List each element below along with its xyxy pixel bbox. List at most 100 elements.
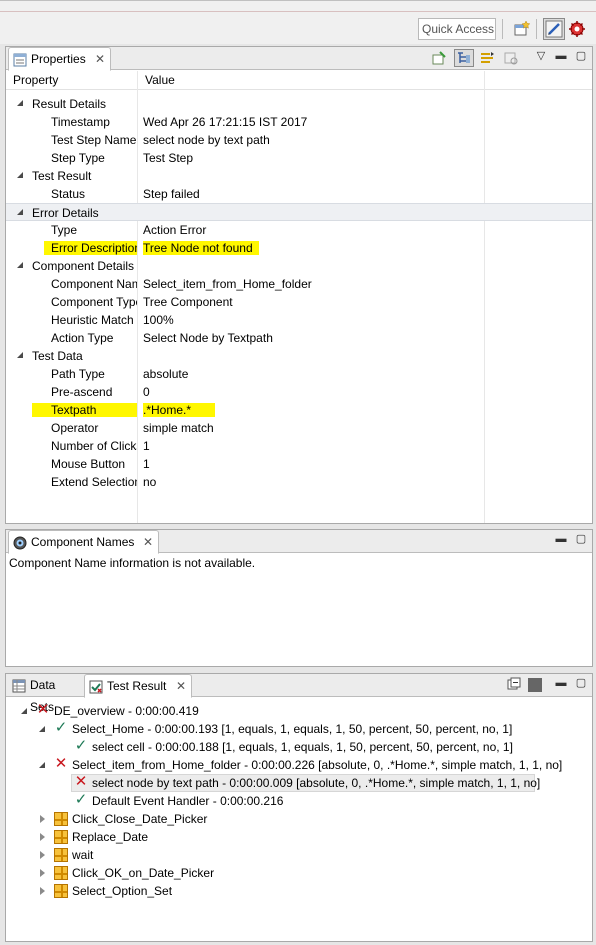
property-row[interactable]: Mouse Button 1 bbox=[6, 455, 592, 473]
test-result-panel: Data Sets Test Result ✕ ▬ ▢ ✕ DE_overview… bbox=[5, 673, 593, 942]
minimize-icon[interactable]: ▬ bbox=[554, 532, 568, 546]
tab-test-result[interactable]: Test Result ✕ bbox=[84, 674, 192, 698]
column-header-value[interactable]: Value bbox=[145, 73, 175, 87]
expanded-triangle-icon[interactable] bbox=[39, 726, 45, 732]
tree-item[interactable]: ✓ Select_Home - 0:00:00.193 [1, equals, 1… bbox=[6, 720, 592, 738]
open-perspective-icon[interactable] bbox=[511, 18, 533, 40]
property-row[interactable]: Component Type Tree Component bbox=[6, 293, 592, 311]
property-row[interactable]: Error Description Tree Node not found bbox=[6, 239, 592, 257]
view-menu-chevron-down-icon[interactable]: ▽ bbox=[534, 49, 548, 63]
tree-item-label: Default Event Handler - 0:00:00.216 bbox=[92, 794, 284, 808]
property-group-row[interactable]: Error Details bbox=[6, 203, 592, 221]
property-row[interactable]: Heuristic Match 100% bbox=[6, 311, 592, 329]
property-row[interactable]: Step Type Test Step bbox=[6, 149, 592, 167]
property-row[interactable]: Timestamp Wed Apr 26 17:21:15 IST 2017 bbox=[6, 113, 592, 131]
tree-item-label: Click_Close_Date_Picker bbox=[72, 812, 208, 826]
tree-item[interactable]: wait bbox=[6, 846, 592, 864]
property-name: Type bbox=[51, 223, 78, 237]
collapsed-triangle-icon[interactable] bbox=[40, 815, 45, 823]
property-row[interactable]: Operator simple match bbox=[6, 419, 592, 437]
maximize-icon[interactable]: ▢ bbox=[574, 532, 588, 546]
property-row[interactable]: Extend Selection no bbox=[6, 473, 592, 491]
properties-tab-bar: Properties ✕ ▽ ▬ ▢ bbox=[6, 47, 592, 71]
restore-default-icon[interactable] bbox=[502, 49, 520, 67]
tree-item[interactable]: ✕ DE_overview - 0:00:00.419 bbox=[6, 702, 592, 720]
expand-triangle-icon[interactable] bbox=[17, 100, 23, 106]
expand-triangle-icon[interactable] bbox=[17, 172, 23, 178]
property-group-row[interactable]: Component Details bbox=[6, 257, 592, 275]
expand-triangle-icon[interactable] bbox=[17, 352, 23, 358]
properties-table-header: Property Value bbox=[6, 71, 592, 90]
minimize-icon[interactable]: ▬ bbox=[554, 49, 568, 63]
minimize-icon[interactable]: ▬ bbox=[554, 676, 568, 690]
property-value: Step failed bbox=[143, 187, 200, 201]
property-group-row[interactable]: Test Data bbox=[6, 347, 592, 365]
expanded-triangle-icon[interactable] bbox=[39, 762, 45, 768]
execution-perspective-icon[interactable] bbox=[566, 18, 588, 40]
maximize-icon[interactable]: ▢ bbox=[574, 49, 588, 63]
collapsed-triangle-icon[interactable] bbox=[40, 887, 45, 895]
main-toolbar: Quick Access bbox=[0, 0, 596, 44]
show-categories-icon[interactable] bbox=[454, 49, 474, 67]
error-x-icon: ✕ bbox=[36, 701, 50, 718]
property-name: Test Step Name bbox=[51, 133, 137, 147]
maximize-icon[interactable]: ▢ bbox=[574, 676, 588, 690]
tab-component-names[interactable]: Component Names ✕ bbox=[8, 530, 159, 554]
expand-triangle-icon[interactable] bbox=[17, 209, 23, 215]
property-name: Path Type bbox=[51, 367, 105, 381]
property-value: 0 bbox=[143, 385, 150, 399]
test-case-grid-icon bbox=[54, 812, 68, 826]
tree-item[interactable]: Click_OK_on_Date_Picker bbox=[6, 864, 592, 882]
column-header-property[interactable]: Property bbox=[13, 73, 58, 87]
expanded-triangle-icon[interactable] bbox=[21, 708, 27, 714]
tree-item[interactable]: Replace_Date bbox=[6, 828, 592, 846]
property-row[interactable]: Number of Clicks 1 bbox=[6, 437, 592, 455]
property-row[interactable]: Pre-ascend 0 bbox=[6, 383, 592, 401]
collapse-all-icon[interactable] bbox=[506, 676, 522, 694]
quick-access-input[interactable]: Quick Access bbox=[418, 18, 496, 40]
specification-perspective-icon[interactable] bbox=[543, 18, 565, 40]
pin-to-selection-icon[interactable] bbox=[430, 49, 448, 67]
property-row[interactable]: Action Type Select Node by Textpath bbox=[6, 329, 592, 347]
property-row[interactable]: Type Action Error bbox=[6, 221, 592, 239]
property-name: Heuristic Match bbox=[51, 313, 134, 327]
tree-item[interactable]: ✕ Select_item_from_Home_folder - 0:00:00.… bbox=[6, 756, 592, 774]
expand-triangle-icon[interactable] bbox=[17, 262, 23, 268]
tab-properties[interactable]: Properties ✕ bbox=[8, 47, 111, 71]
tree-item[interactable]: Click_Close_Date_Picker bbox=[6, 810, 592, 828]
tree-item-label: select cell - 0:00:00.188 [1, equals, 1,… bbox=[92, 740, 513, 754]
property-name: Test Result bbox=[32, 169, 92, 183]
component-names-tab-bar: Component Names ✕ ▬ ▢ bbox=[6, 530, 592, 554]
property-group-row[interactable]: Test Result bbox=[6, 167, 592, 185]
property-name: Step Type bbox=[51, 151, 105, 165]
tab-test-result-label: Test Result bbox=[107, 679, 167, 693]
tree-item[interactable]: ✓ Default Event Handler - 0:00:00.216 bbox=[6, 792, 592, 810]
close-icon[interactable]: ✕ bbox=[143, 531, 153, 553]
filter-icon[interactable] bbox=[526, 676, 544, 694]
collapsed-triangle-icon[interactable] bbox=[40, 833, 45, 841]
show-advanced-icon[interactable] bbox=[478, 49, 496, 67]
property-row[interactable]: Textpath .*Home.* bbox=[6, 401, 592, 419]
property-value: Select_item_from_Home_folder bbox=[143, 277, 312, 291]
property-value: Tree Component bbox=[143, 295, 233, 309]
properties-panel: Properties ✕ ▽ ▬ ▢ Property Value Result… bbox=[5, 46, 593, 524]
tree-item[interactable]: ✓ select cell - 0:00:00.188 [1, equals, 1… bbox=[6, 738, 592, 756]
close-icon[interactable]: ✕ bbox=[176, 675, 186, 697]
close-icon[interactable]: ✕ bbox=[95, 48, 105, 70]
collapsed-triangle-icon[interactable] bbox=[40, 851, 45, 859]
property-value: Select Node by Textpath bbox=[143, 331, 273, 345]
property-name: Operator bbox=[51, 421, 99, 435]
tab-data-sets[interactable]: Data Sets bbox=[8, 674, 82, 714]
tree-item[interactable]: Select_Option_Set bbox=[6, 882, 592, 900]
property-row[interactable]: Component Name Select_item_from_Home_fold… bbox=[6, 275, 592, 293]
property-name: Action Type bbox=[51, 331, 114, 345]
tab-component-names-label: Component Names bbox=[31, 535, 135, 549]
test-case-grid-icon bbox=[54, 830, 68, 844]
property-row[interactable]: Status Step failed bbox=[6, 185, 592, 203]
property-name: Error Details bbox=[32, 206, 99, 220]
property-row[interactable]: Test Step Name select node by text path bbox=[6, 131, 592, 149]
property-row[interactable]: Path Type absolute bbox=[6, 365, 592, 383]
tree-item[interactable]: ✕ select node by text path - 0:00:00.009 … bbox=[6, 774, 592, 792]
collapsed-triangle-icon[interactable] bbox=[40, 869, 45, 877]
property-group-row[interactable]: Result Details bbox=[6, 95, 592, 113]
